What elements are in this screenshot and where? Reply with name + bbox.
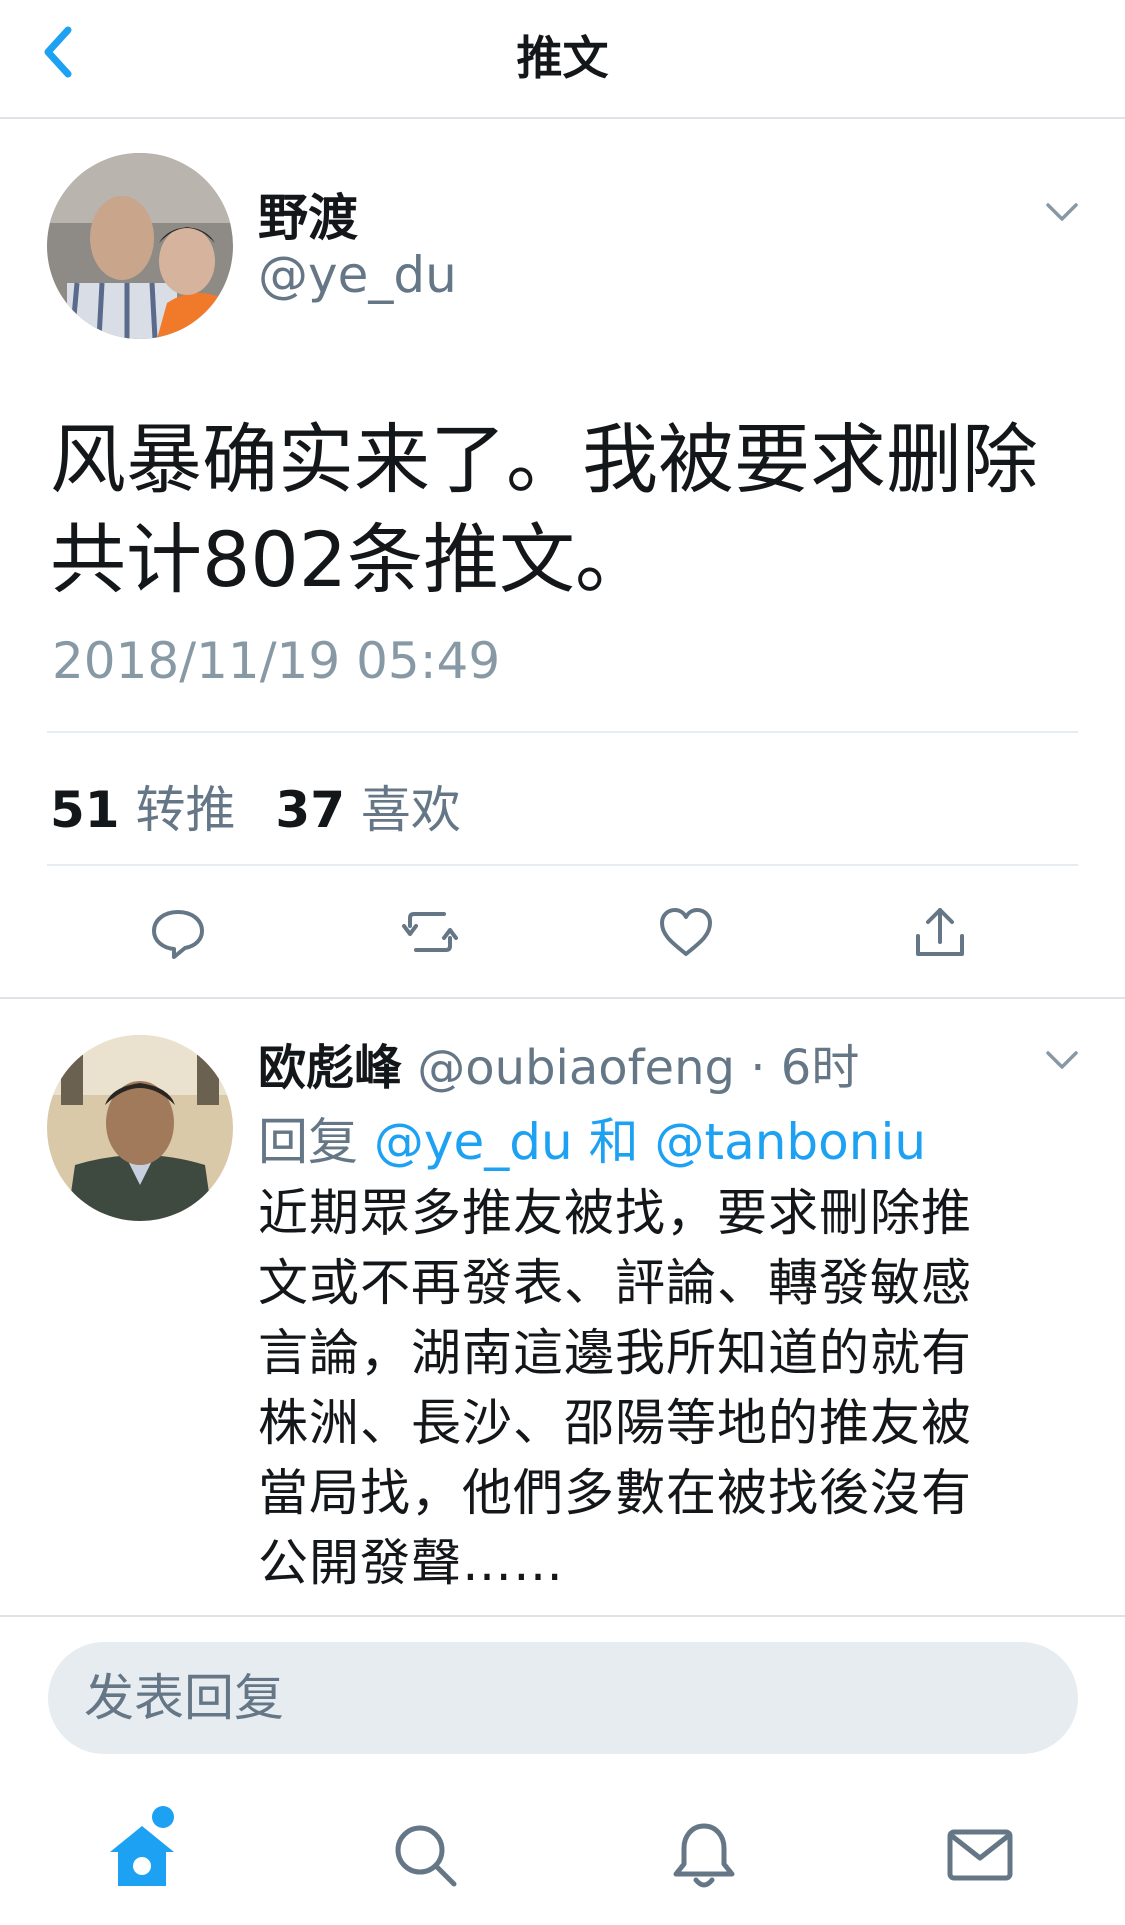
tweet-text: 风暴确实来了。我被要求删除 共计802条推文。 [50, 410, 1050, 610]
replying-to: 回复 @ye_du 和 @tanboniu [258, 1102, 926, 1174]
author-handle[interactable]: @ye_du [258, 246, 457, 304]
section-divider [0, 997, 1125, 999]
compose-divider [0, 1615, 1125, 1617]
reply-text: 近期眾多推友被找，要求刪除推 文或不再發表、評論、轉發敏感 言論，湖南這邊我所知… [258, 1178, 1038, 1598]
like-icon[interactable] [656, 902, 716, 962]
reply-text-line: 文或不再發表、評論、轉發敏感 [258, 1254, 972, 1312]
messages-icon[interactable] [940, 1816, 1020, 1896]
search-icon[interactable] [386, 1816, 466, 1896]
replying-prefix: 回复 [258, 1113, 358, 1171]
reply-author-avatar[interactable] [47, 1035, 233, 1221]
home-icon[interactable] [102, 1816, 182, 1896]
share-icon[interactable] [910, 902, 970, 962]
divider [47, 864, 1078, 866]
like-count[interactable]: 37 [275, 781, 345, 839]
author-name[interactable]: 野渡 [258, 178, 358, 250]
replying-conjunction: 和 [588, 1113, 639, 1171]
chevron-down-icon[interactable] [1044, 200, 1080, 224]
notifications-icon[interactable] [664, 1816, 744, 1896]
notification-dot [152, 1806, 174, 1828]
tweet-stats: 51 转推 37 喜欢 [50, 770, 485, 842]
reply-header: 欧彪峰 @oubiaofeng · 6时 [258, 1028, 859, 1098]
reply-icon[interactable] [148, 902, 208, 962]
reply-time: 6时 [780, 1040, 860, 1096]
chevron-down-icon[interactable] [1044, 1048, 1080, 1072]
top-bar: 推文 [0, 0, 1125, 119]
retweet-icon[interactable] [400, 902, 460, 962]
retweet-count[interactable]: 51 [50, 781, 120, 839]
mention-link[interactable]: @ye_du [374, 1113, 573, 1171]
retweet-label[interactable]: 转推 [136, 781, 236, 839]
reply-text-line: 言論，湖南這邊我所知道的就有 [258, 1324, 972, 1382]
reply-text-line: 株洲、長沙、邵陽等地的推友被 [258, 1394, 972, 1452]
tweet-text-line: 风暴确实来了。我被要求删除 [50, 415, 1038, 504]
reply-input[interactable] [84, 1642, 1044, 1754]
reply-text-line: 近期眾多推友被找，要求刪除推 [258, 1184, 972, 1242]
divider [47, 731, 1078, 733]
like-label[interactable]: 喜欢 [361, 781, 461, 839]
mention-link[interactable]: @tanboniu [655, 1113, 927, 1171]
compose-bar[interactable] [48, 1642, 1078, 1754]
page-title: 推文 [516, 31, 609, 85]
reply-author-handle[interactable]: @oubiaofeng [417, 1040, 735, 1096]
reply-separator: · [750, 1040, 766, 1096]
reply-author-name[interactable]: 欧彪峰 [258, 1040, 402, 1096]
author-avatar[interactable] [47, 153, 233, 339]
tweet-timestamp: 2018/11/19 05:49 [52, 632, 501, 690]
reply-text-line: 公開發聲…… [258, 1534, 564, 1592]
reply-text-line: 當局找，他們多數在被找後沒有 [258, 1464, 972, 1522]
tweet-text-line: 共计802条推文。 [50, 515, 652, 604]
